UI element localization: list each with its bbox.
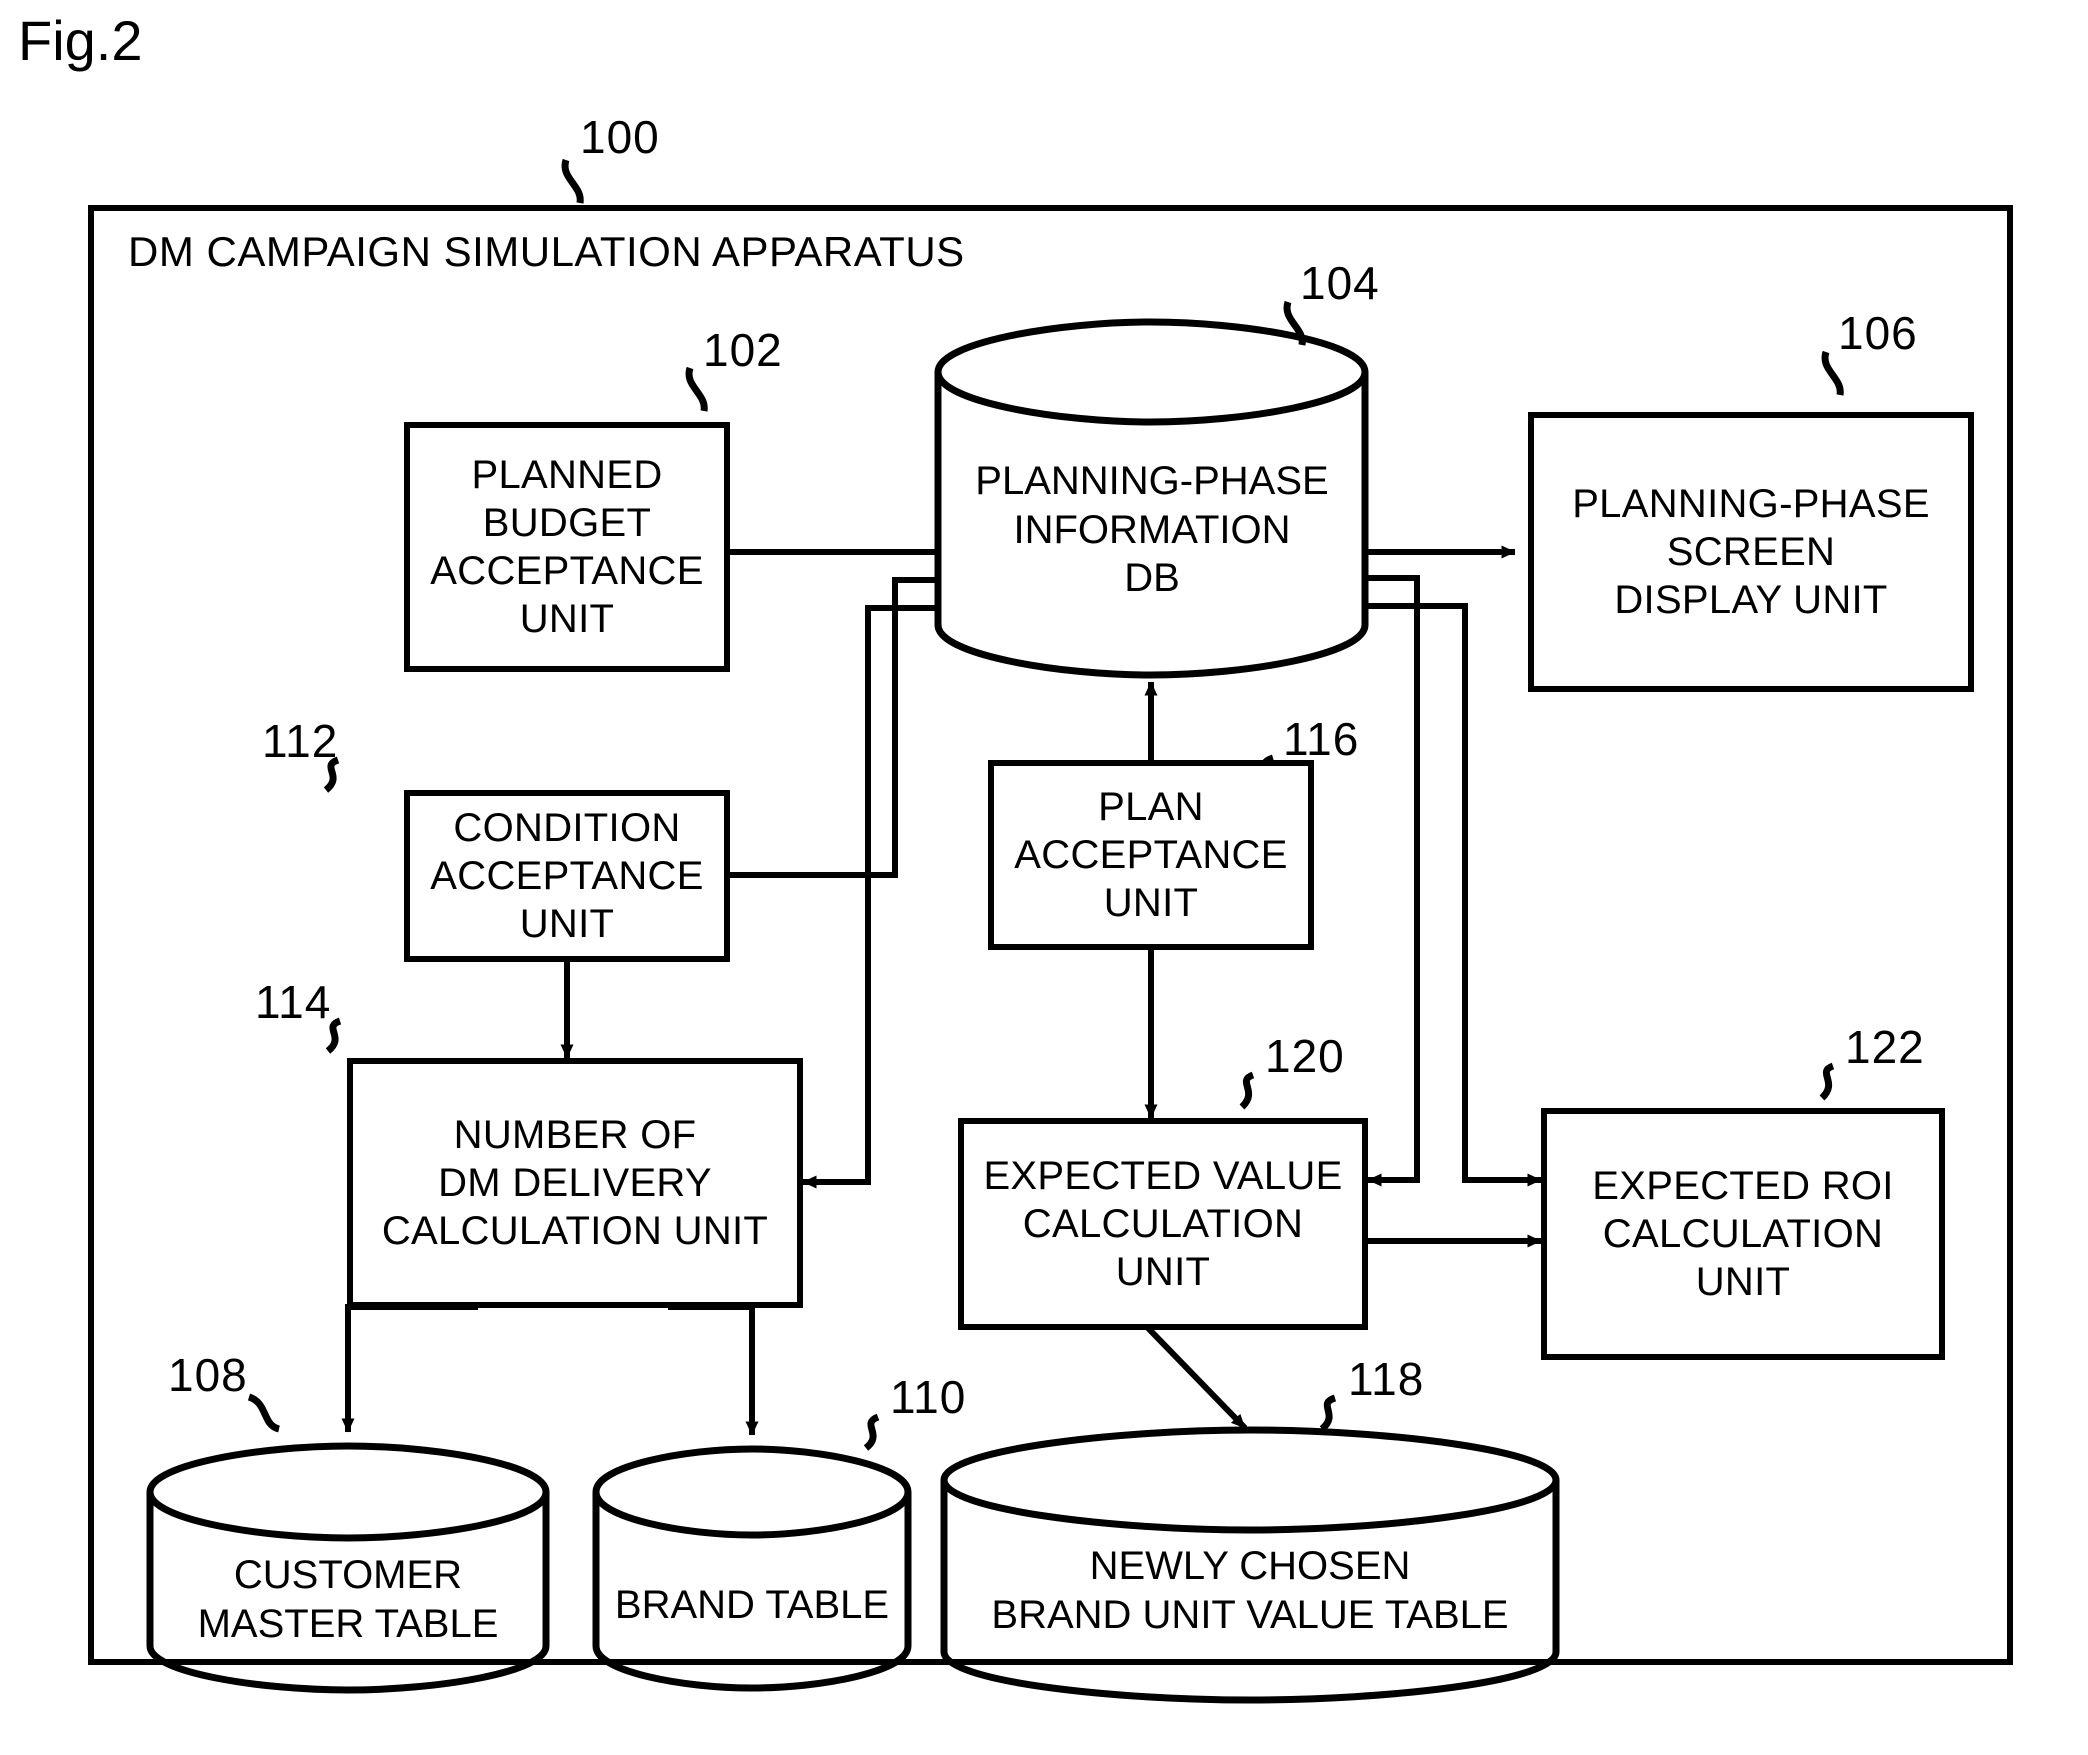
unit-box-condition-acceptance[interactable]: CONDITION ACCEPTANCE UNIT <box>404 790 730 962</box>
db-label-brand-table[interactable]: BRAND TABLE <box>596 1560 908 1650</box>
db-label-customer-master-table[interactable]: CUSTOMER MASTER TABLE <box>150 1540 546 1660</box>
unit-line: PLANNING-PHASE <box>1572 482 1930 526</box>
leader-100 <box>561 158 584 204</box>
db-line: MASTER TABLE <box>197 1602 499 1646</box>
db-line: DB <box>1124 556 1180 601</box>
ref-numeral-114: 114 <box>255 976 332 1028</box>
ref-numeral-112: 112 <box>262 715 339 767</box>
ref-numeral-106: 106 <box>1838 307 1918 359</box>
db-label-newly-chosen-brand-unit-value-table[interactable]: NEWLY CHOSEN BRAND UNIT VALUE TABLE <box>944 1528 1556 1654</box>
unit-line: UNIT <box>519 902 615 946</box>
unit-line: BUDGET <box>482 501 652 545</box>
unit-line: ACCEPTANCE <box>430 854 704 898</box>
unit-line: UNIT <box>1115 1250 1211 1294</box>
unit-line: CONDITION <box>453 806 681 850</box>
unit-line: EXPECTED VALUE <box>983 1154 1343 1198</box>
db-line: CUSTOMER <box>233 1553 463 1598</box>
figure-canvas: Fig.2 DM CAMPAIGN SIMULATION APPARATUS 1… <box>0 0 2088 1755</box>
ref-numeral-104: 104 <box>1300 257 1380 309</box>
unit-line: PLAN <box>1098 785 1204 829</box>
unit-box-expected-value-calculation[interactable]: EXPECTED VALUE CALCULATION UNIT <box>958 1118 1368 1330</box>
db-line: PLANNING-PHASE <box>975 458 1329 503</box>
unit-box-plan-acceptance[interactable]: PLAN ACCEPTANCE UNIT <box>988 760 1314 950</box>
unit-box-expected-roi-calculation[interactable]: EXPECTED ROI CALCULATION UNIT <box>1541 1108 1945 1360</box>
db-line: INFORMATION <box>1013 507 1291 552</box>
db-line: BRAND UNIT VALUE TABLE <box>991 1593 1509 1637</box>
unit-box-planning-phase-screen-display[interactable]: PLANNING-PHASE SCREEN DISPLAY UNIT <box>1528 412 1974 692</box>
unit-line: CALCULATION <box>1602 1212 1884 1256</box>
ref-numeral-120: 120 <box>1265 1030 1345 1082</box>
ref-numeral-108: 108 <box>168 1349 248 1401</box>
unit-line: EXPECTED ROI <box>1592 1164 1894 1208</box>
unit-line: UNIT <box>1695 1260 1791 1304</box>
unit-line: PLANNED <box>471 453 663 497</box>
ref-numeral-122: 122 <box>1845 1021 1925 1073</box>
ref-numeral-110: 110 <box>890 1371 967 1423</box>
unit-line: ACCEPTANCE <box>1014 833 1288 877</box>
unit-line: UNIT <box>1103 881 1199 925</box>
unit-line: SCREEN <box>1666 530 1836 574</box>
unit-line: DM DELIVERY <box>438 1161 712 1205</box>
unit-line: UNIT <box>519 597 615 641</box>
ref-numeral-116: 116 <box>1283 713 1360 765</box>
ref-numeral-102: 102 <box>703 324 783 376</box>
apparatus-title: DM CAMPAIGN SIMULATION APPARATUS <box>128 228 965 275</box>
unit-line: NUMBER OF <box>453 1113 697 1157</box>
db-line: BRAND TABLE <box>614 1582 890 1627</box>
unit-line: CALCULATION UNIT <box>381 1209 769 1253</box>
ref-numeral-118: 118 <box>1348 1353 1425 1405</box>
unit-line: DISPLAY UNIT <box>1614 578 1888 622</box>
unit-box-planned-budget-acceptance[interactable]: PLANNED BUDGET ACCEPTANCE UNIT <box>404 422 730 672</box>
figure-label: Fig.2 <box>18 9 143 72</box>
unit-box-number-of-dm-delivery-calculation[interactable]: NUMBER OF DM DELIVERY CALCULATION UNIT <box>347 1058 803 1308</box>
db-label-planning-phase-information-db[interactable]: PLANNING-PHASE INFORMATION DB <box>938 440 1366 620</box>
unit-line: ACCEPTANCE <box>430 549 704 593</box>
ref-numeral-100: 100 <box>580 111 660 163</box>
db-line: NEWLY CHOSEN <box>1089 1544 1411 1589</box>
unit-line: CALCULATION <box>1022 1202 1304 1246</box>
